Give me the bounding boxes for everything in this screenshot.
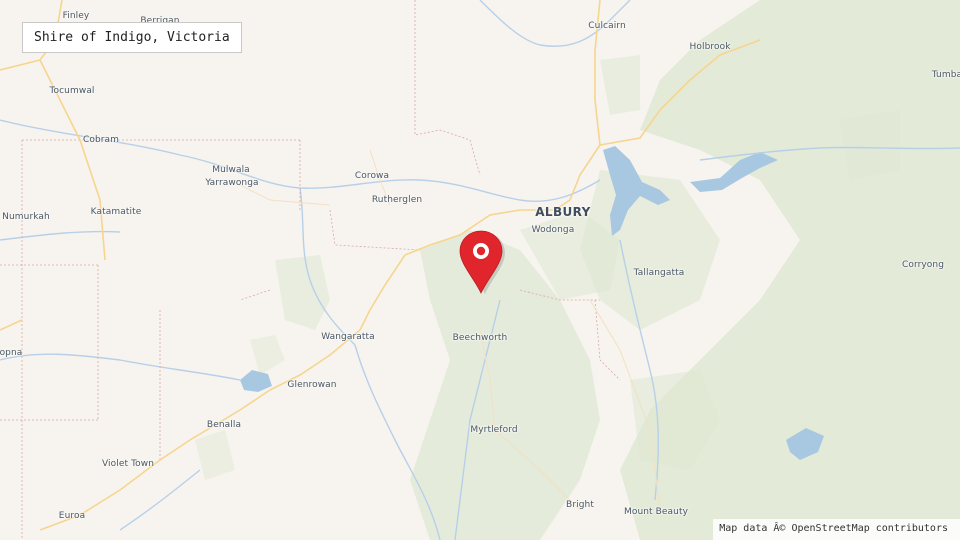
place-label-corowa[interactable]: Corowa <box>355 171 389 181</box>
map-title: Shire of Indigo, Victoria <box>22 22 242 53</box>
place-label-wangaratta[interactable]: Wangaratta <box>321 332 375 342</box>
place-label-finley[interactable]: Finley <box>63 11 90 21</box>
place-label-mount-beauty[interactable]: Mount Beauty <box>624 507 688 517</box>
place-label-yarrawonga[interactable]: Yarrawonga <box>205 178 258 188</box>
place-label-rutherglen[interactable]: Rutherglen <box>372 195 422 205</box>
place-label-tallangatta[interactable]: Tallangatta <box>634 268 685 278</box>
place-label-cobram[interactable]: Cobram <box>83 135 119 145</box>
place-label-myrtleford[interactable]: Myrtleford <box>470 425 517 435</box>
place-label-violet-town[interactable]: Violet Town <box>102 459 154 469</box>
map-attribution[interactable]: Map data Â© OpenStreetMap contributors <box>713 519 960 540</box>
place-label-katamatite[interactable]: Katamatite <box>91 207 142 217</box>
place-label-numurkah[interactable]: Numurkah <box>2 212 50 222</box>
place-label-beechworth[interactable]: Beechworth <box>453 333 508 343</box>
place-label-opna[interactable]: opna <box>0 348 22 358</box>
place-label-holbrook[interactable]: Holbrook <box>689 42 730 52</box>
place-label-glenrowan[interactable]: Glenrowan <box>287 380 336 390</box>
place-label-tocumwal[interactable]: Tocumwal <box>49 86 94 96</box>
place-label-benalla[interactable]: Benalla <box>207 420 241 430</box>
place-label-culcairn[interactable]: Culcairn <box>588 21 626 31</box>
place-label-bright[interactable]: Bright <box>566 500 594 510</box>
place-label-tumba[interactable]: Tumba <box>932 70 960 80</box>
place-label-mulwala[interactable]: Mulwala <box>212 165 250 175</box>
place-label-euroa[interactable]: Euroa <box>59 511 85 521</box>
place-label-corryong[interactable]: Corryong <box>902 260 944 270</box>
place-label-wodonga[interactable]: Wodonga <box>532 225 575 235</box>
place-label-albury[interactable]: ALBURY <box>535 205 591 219</box>
map-pin-icon[interactable] <box>458 230 508 296</box>
